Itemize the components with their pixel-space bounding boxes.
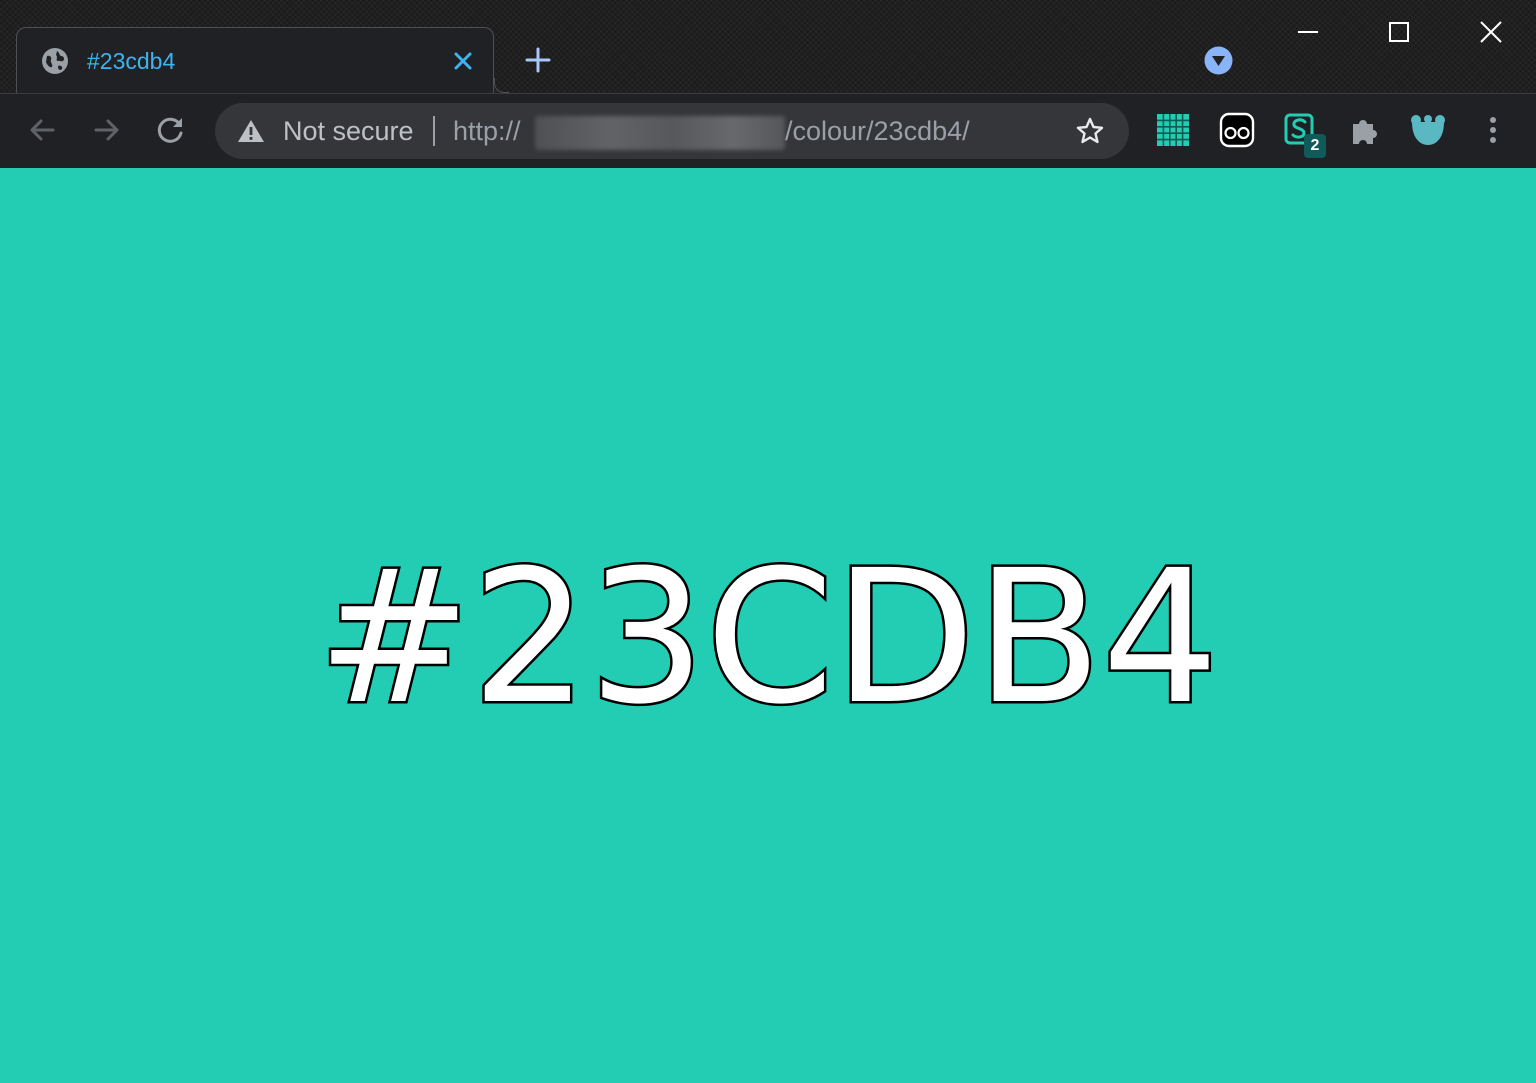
tab-title: #23cdb4 (87, 48, 176, 74)
security-label[interactable]: Not secure (283, 116, 414, 146)
close-window-icon[interactable] (1468, 13, 1514, 51)
address-bar[interactable]: Not secure http:// /colour/23cdb4/ (215, 103, 1129, 159)
tab-search-icon[interactable] (1203, 45, 1234, 76)
omnibox-divider (433, 116, 435, 146)
page-content: #23CDB4 (0, 168, 1536, 1083)
maximize-icon[interactable] (1376, 13, 1422, 51)
url-scheme[interactable]: http:// (453, 116, 521, 146)
arrow-left-icon[interactable] (24, 112, 60, 148)
star-icon[interactable] (1075, 116, 1105, 146)
url-path[interactable]: /colour/23cdb4/ (785, 116, 970, 146)
toolbar: Not secure http:// /colour/23cdb4/ 2 (0, 93, 1536, 168)
bear-icon[interactable] (1410, 112, 1446, 148)
colour-hex-heading: #23CDB4 (315, 531, 1222, 745)
browser-window: #23cdb4 Not secure http:// /colour/23cdb… (0, 0, 1536, 1083)
plus-icon[interactable] (522, 44, 554, 76)
tab-edge (494, 78, 509, 93)
tab-active[interactable]: #23cdb4 (16, 27, 494, 94)
reload-icon[interactable] (153, 112, 189, 148)
arrow-right-icon[interactable] (89, 112, 125, 148)
kebab-menu-icon[interactable] (1476, 112, 1510, 148)
minimize-icon[interactable] (1285, 13, 1331, 51)
extension-badge: 2 (1304, 134, 1326, 158)
url-host-redacted (535, 116, 785, 150)
tab-strip: #23cdb4 (0, 0, 1536, 94)
globe-icon (42, 48, 68, 74)
grid-icon[interactable] (1155, 112, 1191, 148)
warning-icon[interactable] (237, 118, 265, 144)
eyes-icon[interactable] (1219, 112, 1255, 148)
puzzle-icon[interactable] (1347, 112, 1383, 148)
close-icon[interactable] (449, 47, 477, 75)
